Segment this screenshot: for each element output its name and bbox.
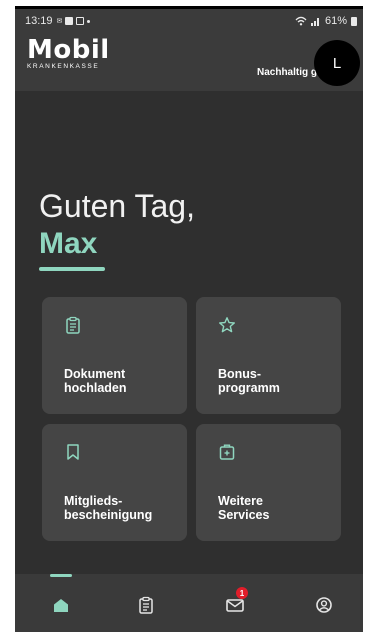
wifi-icon xyxy=(295,16,307,26)
profile-avatar-button[interactable]: L xyxy=(314,40,360,86)
tile-label: Bonus- programm xyxy=(218,367,280,395)
status-bar: 13:19 ✉ 61% xyxy=(25,13,357,29)
tile-bonusprogramm[interactable]: Bonus- programm xyxy=(196,297,341,414)
mail-badge: 1 xyxy=(236,587,248,599)
star-icon xyxy=(219,317,235,333)
status-right: 61% xyxy=(295,15,357,27)
tile-label: Mitglieds- bescheinigung xyxy=(64,494,153,522)
tile-weitere-services[interactable]: Weitere Services xyxy=(196,424,341,541)
status-left: 13:19 ✉ xyxy=(25,15,91,27)
status-notification-icons: ✉ xyxy=(57,17,91,25)
tile-label: Weitere Services xyxy=(218,494,270,522)
app-header: 13:19 ✉ 61% Mobil KRANKENKASSE Nachhalti… xyxy=(15,6,363,91)
home-icon xyxy=(54,599,68,612)
greeting-underline xyxy=(39,267,105,271)
active-tab-indicator xyxy=(50,574,72,577)
app-screen: 13:19 ✉ 61% Mobil KRANKENKASSE Nachhalti… xyxy=(15,6,363,632)
profile-icon xyxy=(316,597,332,613)
mobil-logo: Mobil KRANKENKASSE xyxy=(27,35,110,71)
status-time: 13:19 xyxy=(25,15,53,27)
gallery-icon xyxy=(65,17,74,25)
logo-subtitle: KRANKENKASSE xyxy=(27,63,100,70)
nav-profile[interactable] xyxy=(304,590,344,620)
avatar-initial: L xyxy=(332,54,342,72)
tile-dokument-hochladen[interactable]: Dokument hochladen xyxy=(42,297,187,414)
tile-label: Dokument hochladen xyxy=(64,367,127,395)
clipboard-icon xyxy=(66,316,80,334)
tile-mitgliedsbescheinigung[interactable]: Mitglieds- bescheinigung xyxy=(42,424,187,541)
nav-documents[interactable] xyxy=(126,590,166,620)
header-tagline: Nachhaltig g xyxy=(257,67,318,78)
nav-messages[interactable] xyxy=(215,590,255,620)
bottom-navigation: 1 xyxy=(15,574,363,632)
nav-home[interactable] xyxy=(41,590,81,620)
screenshot-icon xyxy=(76,17,85,25)
message-icon: ✉ xyxy=(56,18,63,25)
logo-wordmark: Mobil xyxy=(27,35,110,65)
battery-icon xyxy=(351,16,357,26)
bookmark-icon xyxy=(67,444,79,460)
signal-icon xyxy=(310,18,319,26)
clipboard-icon xyxy=(139,596,153,614)
greeting-text: Guten Tag, xyxy=(39,188,195,224)
more-notifications-icon xyxy=(87,19,91,23)
greeting-username: Max xyxy=(39,227,98,260)
medical-case-icon xyxy=(219,444,235,460)
greeting: Guten Tag, Max xyxy=(39,188,195,262)
battery-percent: 61% xyxy=(324,15,347,27)
